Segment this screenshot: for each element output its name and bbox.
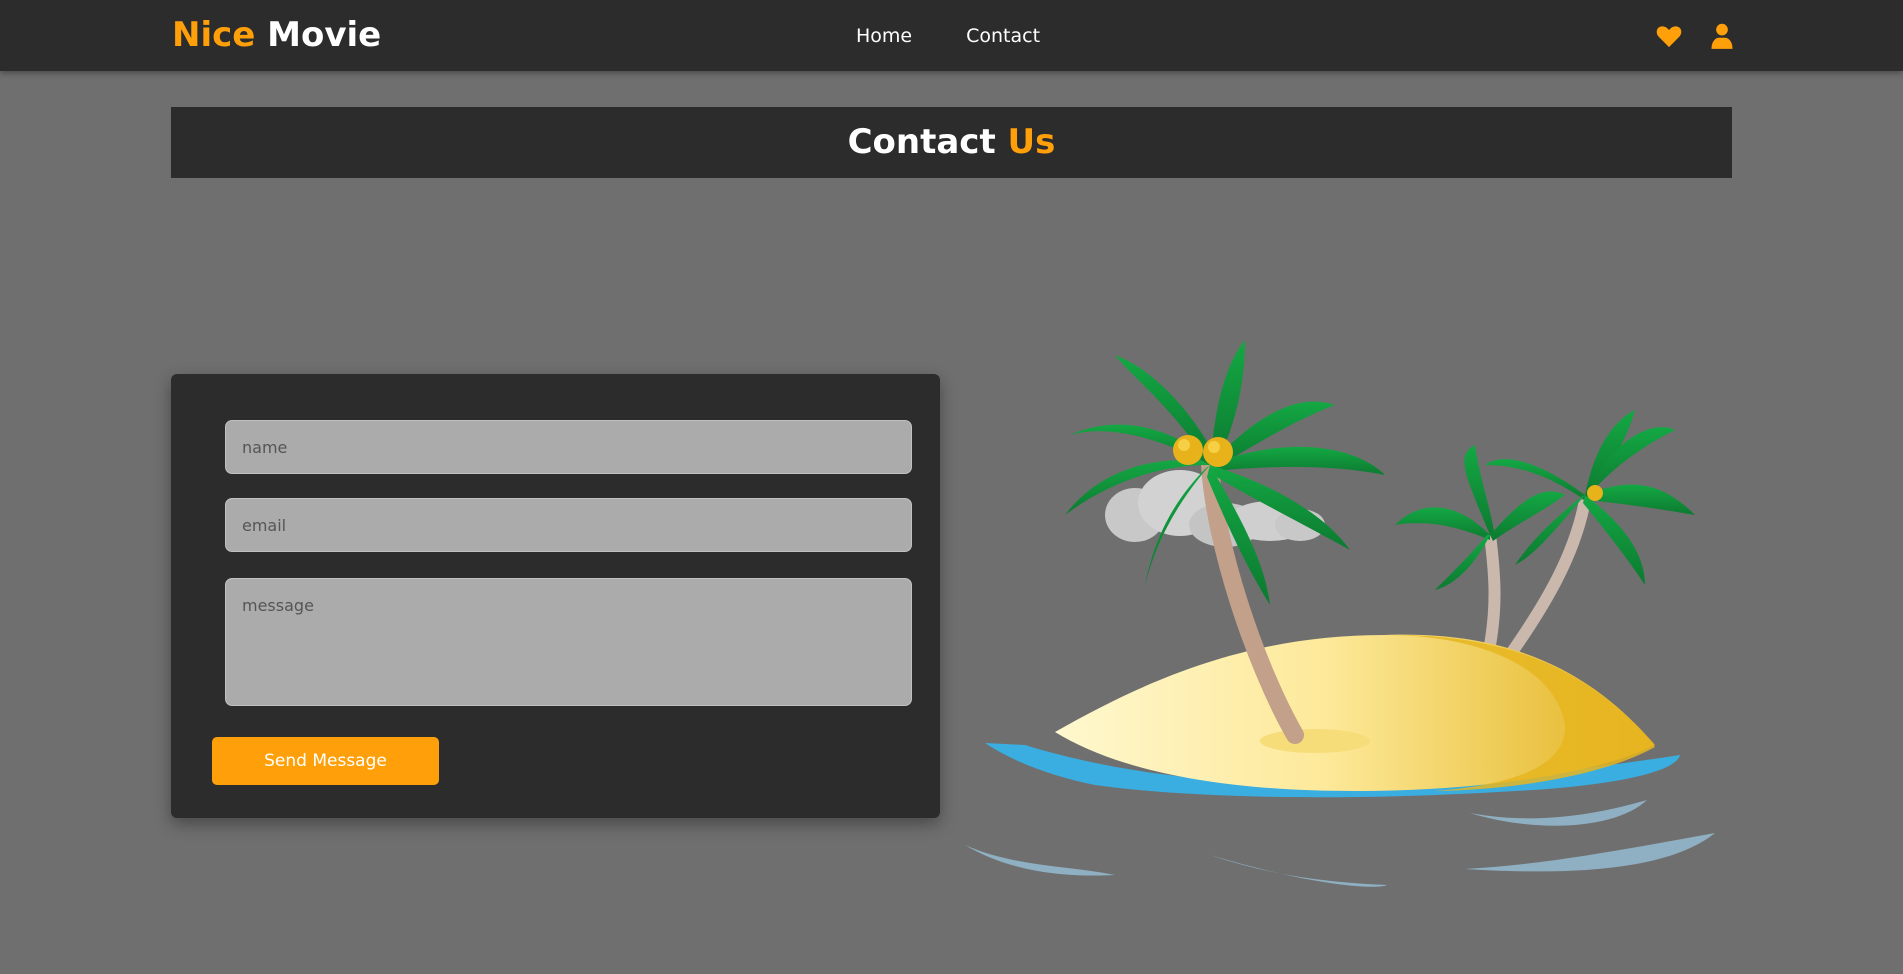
- site-logo[interactable]: Nice Movie: [172, 14, 381, 56]
- logo-accent-text: Nice: [172, 15, 256, 55]
- page-title-bar: Contact Us: [171, 107, 1732, 178]
- message-textarea[interactable]: [225, 578, 912, 706]
- contact-form: Send Message: [171, 374, 940, 818]
- navbar: Nice Movie Home Contact: [0, 0, 1903, 71]
- page-title-accent: Us: [1007, 122, 1056, 162]
- island-illustration: [955, 285, 1730, 900]
- main-nav: Home Contact: [856, 23, 1040, 49]
- email-input[interactable]: [225, 498, 912, 552]
- send-message-button[interactable]: Send Message: [212, 737, 439, 785]
- page-title: Contact Us: [171, 107, 1732, 178]
- user-icon[interactable]: [1708, 22, 1736, 50]
- logo-main-text: Movie: [267, 15, 382, 55]
- nav-link-contact[interactable]: Contact: [966, 23, 1040, 49]
- nav-link-home[interactable]: Home: [856, 23, 912, 49]
- heart-icon[interactable]: [1655, 22, 1683, 50]
- name-input[interactable]: [225, 420, 912, 474]
- page-title-main: Contact: [847, 122, 996, 162]
